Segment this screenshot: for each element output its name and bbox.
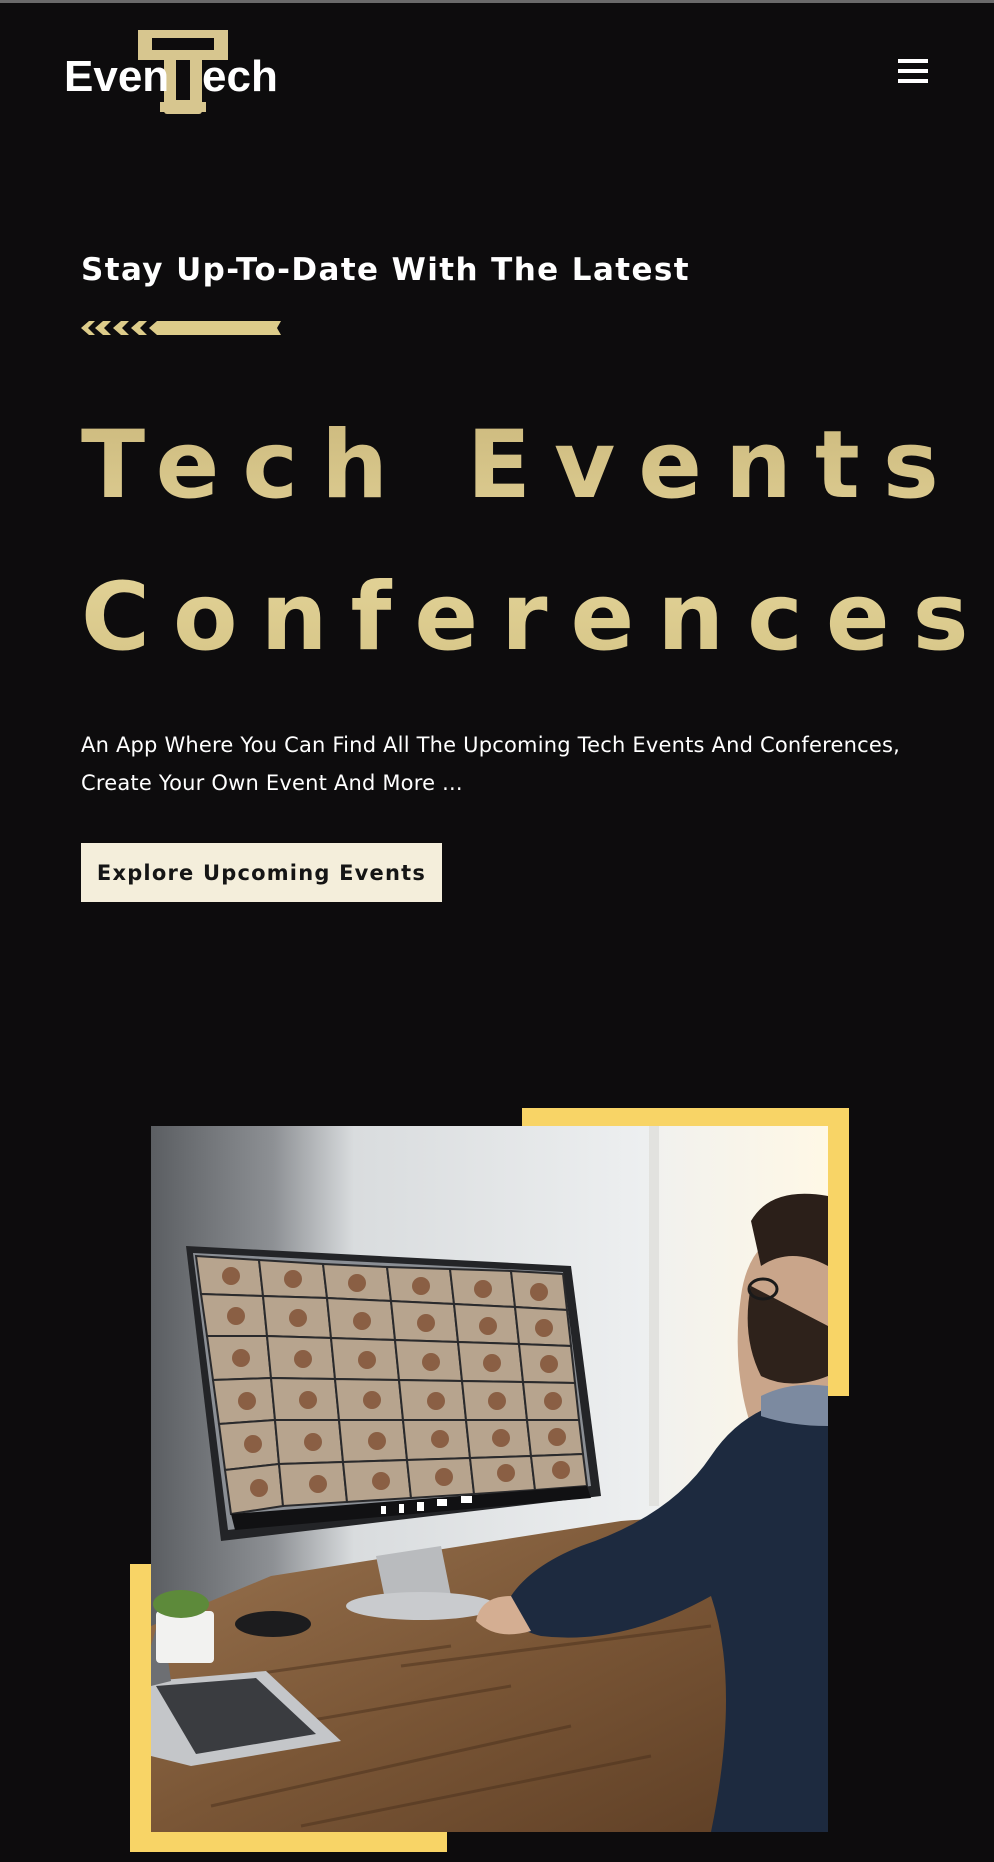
window-top-edge xyxy=(0,0,994,3)
hamburger-menu-icon-bar xyxy=(898,79,928,83)
hero-description: An App Where You Can Find All The Upcomi… xyxy=(81,733,901,795)
chevron-divider-icon xyxy=(81,320,281,336)
hero-title: Tech Events & Conferences xyxy=(81,390,981,694)
explore-upcoming-events-button[interactable]: Explore Upcoming Events xyxy=(81,843,442,902)
eventech-logo[interactable]: Even ech xyxy=(64,28,284,114)
hero-title-line-2: Conferences xyxy=(81,563,992,672)
svg-text:ech: ech xyxy=(202,52,278,101)
video-conference-photo xyxy=(151,1126,828,1832)
svg-text:Even: Even xyxy=(64,52,169,101)
hamburger-menu-button[interactable] xyxy=(896,56,930,86)
hamburger-menu-icon xyxy=(898,59,928,63)
hero-tagline: Stay Up-To-Date With The Latest xyxy=(81,252,690,288)
hero-title-line-1: Tech Events & xyxy=(81,411,962,520)
hamburger-menu-icon-bar xyxy=(898,69,928,73)
tech-letter-t-logo-icon: Even ech xyxy=(64,30,278,114)
